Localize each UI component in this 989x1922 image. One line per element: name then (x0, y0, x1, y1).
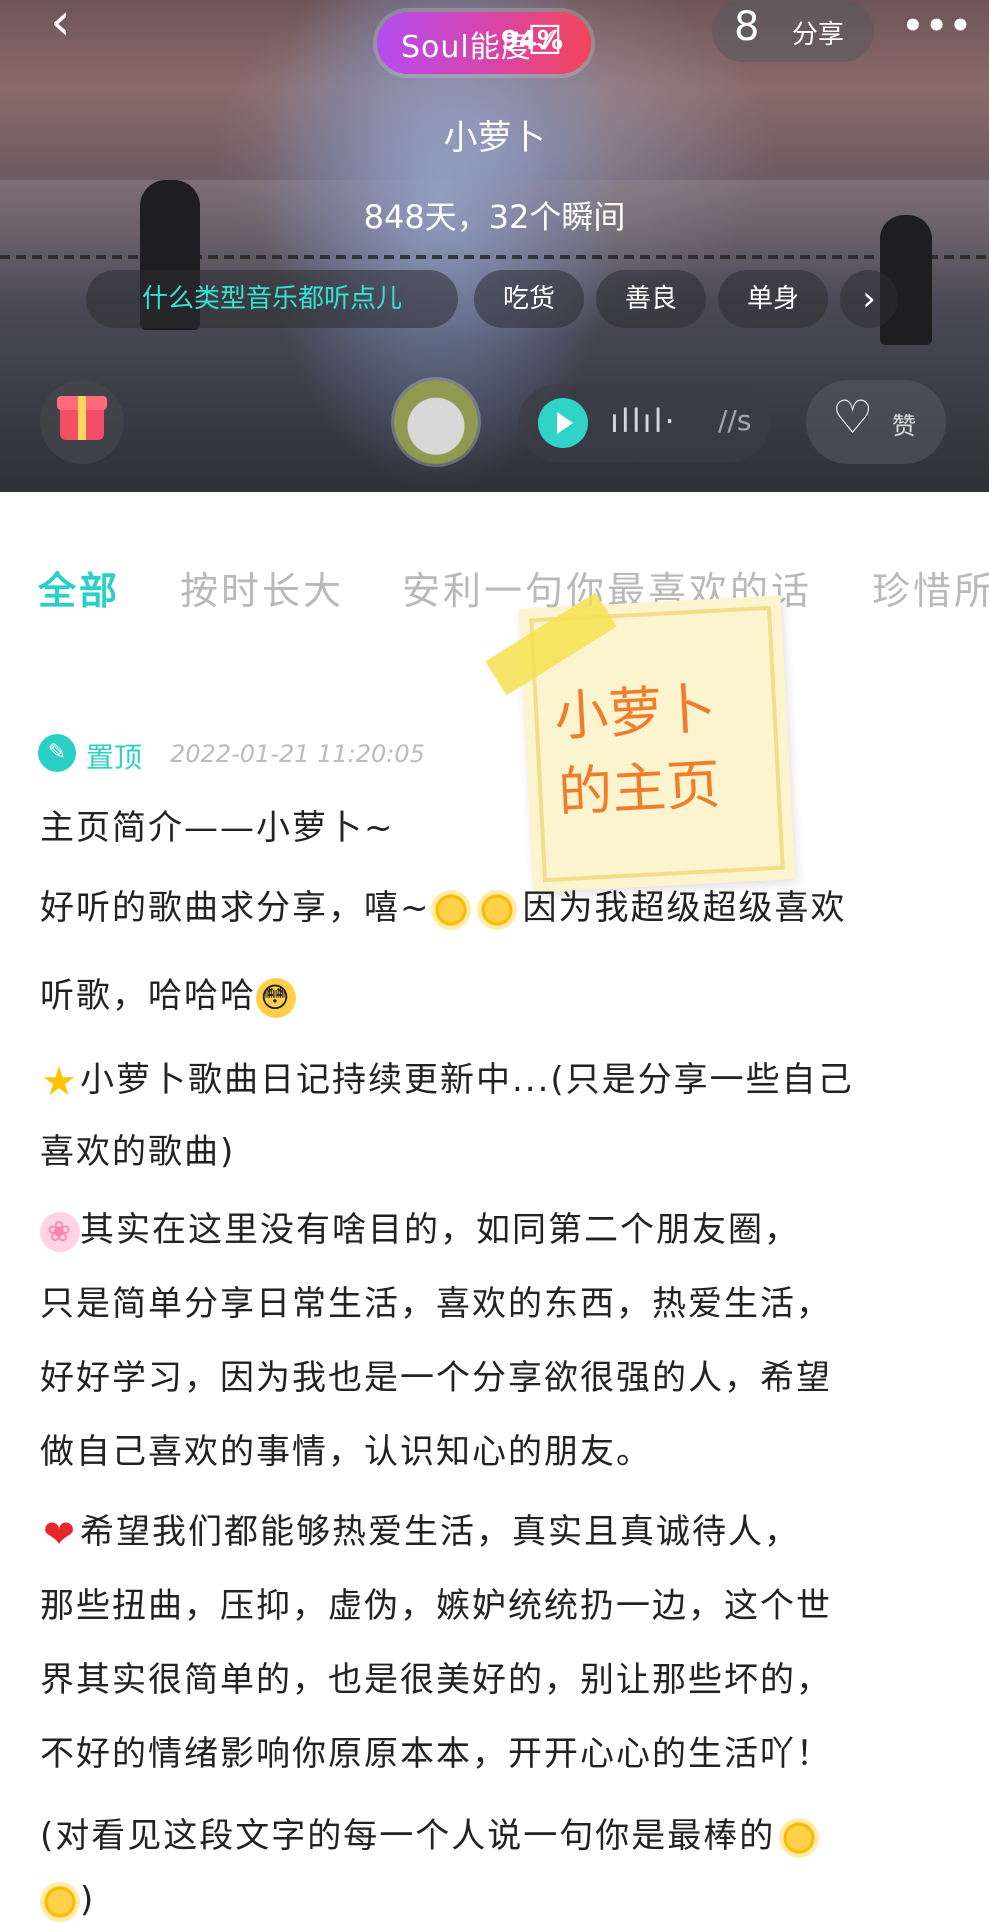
post-line: 界其实很简单的，也是很美好的，别让那些坏的， (40, 1660, 832, 1700)
post-line: 不好的情绪影响你原原本本，开开心心的生活吖！ (40, 1734, 832, 1774)
post-text: (对看见这段文字的每一个人说一句你是最棒的 (40, 1816, 776, 1856)
tags-more-icon[interactable]: › (840, 270, 898, 328)
add-friend-icon: 8 (734, 4, 760, 50)
post-line: 喜欢的歌曲) (40, 1132, 236, 1172)
more-icon[interactable]: ••• (902, 6, 973, 46)
tab-cherish[interactable]: 珍惜所 (872, 560, 989, 615)
post-line: ❤希望我们都能够热爱生活，真实且真诚待人， (40, 1504, 800, 1554)
voice-duration: //s (718, 404, 752, 437)
pin-icon: ✎ (38, 734, 76, 772)
profile-header: ‹ Soul能度 ☑ 94% 8 分享 ••• 小萝卜 848天，32个瞬间 什… (0, 0, 989, 492)
sticky-note-line: 小萝卜 (552, 676, 718, 749)
post-text: 希望我们都能够热爱生活，真实且真诚待人， (80, 1512, 800, 1552)
sun-emoji (430, 889, 471, 930)
paw-emoji: ❀ (40, 1211, 80, 1252)
post-line: 那些扭曲，压抑，虚伪，嫉妒统统扔一边，这个世 (40, 1586, 832, 1626)
heart-icon: ♡ (832, 390, 874, 444)
flushed-emoji: 😳 (256, 977, 296, 1018)
avatar[interactable] (394, 380, 478, 464)
post-text: 小萝卜歌曲日记持续更新中...(只是分享一些自己 (80, 1060, 854, 1100)
tab-growing-up[interactable]: 按时长大 (180, 560, 344, 615)
heart-emoji: ❤ (43, 1511, 77, 1556)
share-button[interactable]: 8 分享 (712, 0, 874, 62)
post-line: 好听的歌曲求分享，嘻~ 因为我超级超级喜欢 (40, 880, 847, 930)
post-line: 听歌，哈哈哈 😳 (40, 968, 296, 1018)
post-line: ❀ 其实在这里没有啥目的，如同第二个朋友圈， (40, 1202, 800, 1252)
post-line: ) (40, 1880, 95, 1922)
sun-emoji (779, 1817, 820, 1858)
post-text: 好听的歌曲求分享，嘻~ (40, 888, 431, 928)
soul-percent: 94% (500, 26, 563, 56)
username: 小萝卜 (443, 118, 546, 158)
post-line: 好好学习，因为我也是一个分享欲很强的人，希望 (40, 1358, 832, 1398)
tag-kind[interactable]: 善良 (596, 270, 706, 328)
star-emoji: ★ (41, 1058, 79, 1105)
tag-music[interactable]: 什么类型音乐都听点儿 (86, 270, 458, 328)
pin-label: 置顶 (86, 741, 143, 774)
like-label: 赞 (892, 412, 916, 440)
post-line: 主页简介——小萝卜~ (40, 808, 395, 848)
soul-match-button[interactable]: Soul能度 ☑ 94% (377, 12, 591, 74)
post-line: 只是简单分享日常生活，喜欢的东西，热爱生活， (40, 1284, 832, 1324)
like-button[interactable]: ♡ 赞 (806, 380, 946, 464)
sticky-note-line: 的主页 (556, 752, 722, 825)
gift-button[interactable] (40, 380, 124, 464)
tag-foodie[interactable]: 吃货 (474, 270, 584, 328)
gift-icon (57, 396, 107, 440)
post-timestamp: 2022-01-21 11:20:05 (170, 740, 425, 768)
post-text: 听歌，哈哈哈 (40, 976, 256, 1016)
post-text: ) (80, 1880, 96, 1920)
waveform-icon: ıllıl· (610, 402, 677, 440)
profile-stats: 848天，32个瞬间 (363, 198, 626, 236)
play-icon[interactable] (538, 398, 588, 448)
tag-single[interactable]: 单身 (718, 270, 828, 328)
post-line: (对看见这段文字的每一个人说一句你是最棒的 (40, 1808, 820, 1858)
voice-intro-player[interactable]: ıllıl· //s (518, 384, 770, 462)
sticky-note-text: 小萝卜 的主页 (552, 671, 722, 831)
post-text: 因为我超级超级喜欢 (522, 888, 847, 928)
post-line: ★小萝卜歌曲日记持续更新中...(只是分享一些自己 (40, 1052, 854, 1102)
back-icon[interactable]: ‹ (50, 0, 90, 50)
tab-all[interactable]: 全部 (38, 560, 120, 615)
post-tabs: 全部 按时长大 安利一句你最喜欢的话 珍惜所 (0, 560, 989, 620)
sun-emoji (40, 1881, 80, 1922)
post-line: 做自己喜欢的事情，认识知心的朋友。 (40, 1432, 652, 1472)
post-text: 其实在这里没有啥目的，如同第二个朋友圈， (80, 1210, 800, 1250)
sun-emoji (476, 889, 517, 930)
share-label: 分享 (792, 20, 845, 50)
